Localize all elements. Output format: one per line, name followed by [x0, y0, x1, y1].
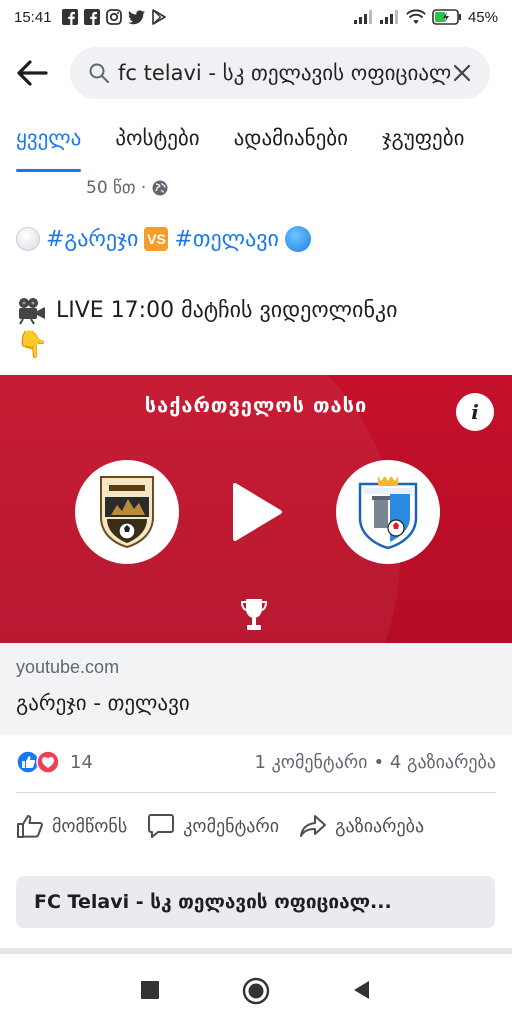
point-down-emoji: 👇 [16, 330, 49, 360]
banner-title: საქართველოს თასი [144, 393, 368, 417]
hashtag-link[interactable]: #თელავი [174, 227, 278, 252]
vs-badge: VS [144, 227, 169, 251]
signal-icon [379, 10, 398, 24]
wifi-icon [406, 9, 426, 24]
status-right: 45% [353, 8, 498, 26]
home-icon[interactable] [242, 977, 270, 1005]
blue-circle-icon [284, 226, 311, 252]
battery-percent: 45% [467, 8, 498, 26]
team-logo-gareji [75, 460, 179, 564]
search-header: fc telavi - სკ თელავის ოფიციალური [0, 40, 512, 106]
android-nav-bar [0, 956, 512, 1024]
hashtag-link[interactable]: #გარეჯი [46, 227, 138, 252]
recent-apps-icon[interactable] [141, 981, 159, 999]
share-icon [300, 815, 327, 837]
back-button[interactable] [16, 53, 56, 93]
back-arrow-icon [17, 60, 48, 86]
search-icon [89, 63, 109, 83]
tab-all[interactable]: ყველა [16, 118, 82, 172]
post-actions: მომწონს კომენტარი გაზიარება [16, 806, 506, 846]
search-box[interactable]: fc telavi - სკ თელავის ოფიციალური [70, 47, 490, 99]
tab-groups[interactable]: ჯგუფები [382, 118, 464, 172]
globe-icon [152, 180, 168, 196]
like-label: მომწონს [52, 815, 128, 837]
comment-count[interactable]: 1 კომენტარი [254, 752, 367, 773]
tab-posts[interactable]: პოსტები [115, 118, 199, 172]
post-meta: 50 წთ · [86, 178, 168, 198]
post-text-line-1: #გარეჯი VS #თელავი [16, 226, 311, 252]
feed-separator [0, 948, 512, 954]
divider [16, 792, 496, 793]
reactions-row: 14 1 კომენტარი • 4 გაზიარება [16, 746, 496, 778]
clear-search-button[interactable] [450, 61, 474, 85]
gareji-crest-icon [100, 476, 154, 549]
post-text: LIVE 17:00 მატჩის ვიდეოლინკი [56, 298, 398, 323]
facebook-icon [83, 9, 100, 25]
team-logo-telavi [336, 460, 440, 564]
share-button[interactable]: გაზიარება [299, 813, 424, 839]
signal-icon [353, 10, 372, 24]
status-time: 15:41 [14, 8, 52, 26]
share-count[interactable]: • 4 გაზიარება [373, 752, 496, 773]
play-store-icon [151, 9, 166, 25]
love-reaction-icon [36, 750, 60, 774]
comment-label: კომენტარი [183, 815, 280, 837]
post-text-line-2: LIVE 17:00 მატჩის ვიდეოლინკი [16, 296, 496, 326]
info-button[interactable]: i [456, 393, 494, 431]
link-title: გარეჯი - თელავი [16, 691, 190, 715]
telavi-crest-icon [358, 476, 418, 550]
share-label: გაზიარება [335, 815, 425, 837]
reaction-icons[interactable] [16, 750, 60, 774]
comment-button[interactable]: კომენტარი [147, 813, 279, 839]
engagement-stats: 1 კომენტარი • 4 გაზიარება [254, 752, 496, 773]
notification-icons [61, 9, 167, 25]
link-domain: youtube.com [16, 657, 120, 677]
back-nav-icon[interactable] [352, 980, 370, 1000]
video-thumbnail[interactable]: საქართველოს თასი i [0, 375, 512, 643]
search-input[interactable]: fc telavi - სკ თელავის ოფიციალური [118, 61, 450, 85]
movie-camera-icon [19, 298, 45, 325]
play-icon[interactable] [231, 482, 283, 542]
reaction-count[interactable]: 14 [70, 752, 93, 773]
tab-people[interactable]: ადამიანები [234, 118, 348, 172]
post-time: 50 წთ · [86, 178, 147, 198]
twitter-icon [127, 9, 145, 24]
status-bar: 15:41 45% [0, 0, 512, 34]
page-name: FC Telavi - სკ თელავის ოფიციალ... [34, 891, 392, 913]
like-button[interactable]: მომწონს [16, 813, 127, 839]
page-link-card[interactable]: FC Telavi - სკ თელავის ოფიციალ... [16, 876, 495, 928]
instagram-icon [105, 9, 122, 25]
white-circle-icon [16, 227, 40, 251]
link-preview[interactable]: youtube.com გარეჯი - თელავი [0, 643, 512, 735]
thumbs-up-icon [17, 815, 43, 838]
trophy-icon [240, 599, 268, 630]
facebook-icon [61, 9, 78, 25]
battery-icon [432, 9, 461, 25]
search-tabs: ყველა პოსტები ადამიანები ჯგუფები [0, 118, 512, 172]
comment-icon [148, 814, 175, 838]
close-icon [453, 64, 471, 82]
